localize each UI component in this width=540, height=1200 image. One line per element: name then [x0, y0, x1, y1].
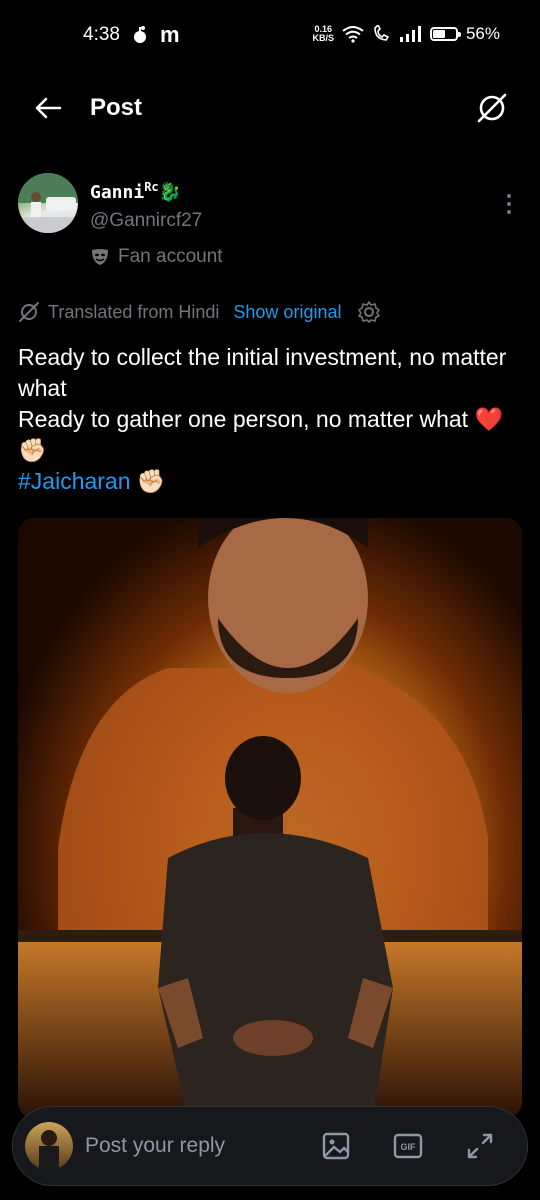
app-bar: Post: [0, 78, 540, 138]
page-title: Post: [90, 94, 143, 121]
svg-text:GIF: GIF: [401, 1142, 417, 1152]
reply-bar: Post your reply GIF: [12, 1106, 528, 1186]
reply-avatar: [25, 1122, 73, 1170]
expand-icon[interactable]: [465, 1131, 495, 1161]
gear-icon[interactable]: [357, 300, 381, 324]
battery-percent: 56%: [465, 24, 500, 43]
image-icon[interactable]: [321, 1131, 351, 1161]
notification-app-icon: [134, 26, 146, 43]
avatar-photo: [18, 173, 78, 233]
reply-input[interactable]: Post your reply: [85, 1134, 225, 1158]
hashtag-link[interactable]: #Jaicharan: [18, 468, 131, 494]
translate-small-icon: [19, 302, 39, 322]
show-original-link[interactable]: Show original: [233, 302, 341, 323]
author-handle[interactable]: @Gannircf27: [90, 210, 202, 232]
translated-from-text: Translated from Hindi: [48, 301, 220, 322]
post-image[interactable]: [18, 518, 522, 1118]
wifi-icon: [342, 26, 364, 43]
fan-account-label: Fan account: [90, 246, 223, 268]
translation-info: Translated from Hindi Show original: [18, 300, 381, 324]
post-line-2: Ready to gather one person, no matter wh…: [18, 406, 504, 463]
author-name[interactable]: GanniRc🐉: [90, 180, 181, 203]
post-text: Ready to collect the initial investment,…: [18, 342, 522, 497]
back-arrow-icon[interactable]: [32, 92, 64, 124]
more-options-icon[interactable]: [504, 192, 514, 216]
battery-icon: [429, 27, 461, 41]
signal-icon: [399, 26, 421, 42]
author-avatar[interactable]: [18, 173, 78, 233]
mask-icon: [92, 249, 108, 265]
notification-letter-icon: m: [160, 22, 180, 47]
translate-icon[interactable]: [474, 90, 510, 126]
gif-icon[interactable]: GIF: [393, 1131, 423, 1161]
poster-artwork: [18, 518, 522, 1118]
post-line-1: Ready to collect the initial investment,…: [18, 344, 507, 401]
volte-call-icon: [374, 25, 390, 41]
status-time: 4:38: [83, 24, 120, 45]
status-bar: 4:38 m 0.16 KB/S 56%: [0, 0, 540, 72]
network-speed: 0.16 KB/S: [312, 24, 334, 43]
hashtag-emoji: ✊🏻: [130, 468, 166, 494]
